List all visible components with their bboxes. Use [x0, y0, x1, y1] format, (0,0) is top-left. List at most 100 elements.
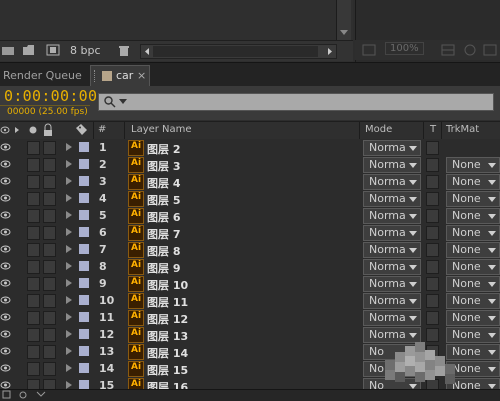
- tab-grip-icon[interactable]: [94, 70, 98, 82]
- label-tag-icon[interactable]: [74, 122, 90, 139]
- blend-mode-dropdown[interactable]: Norma: [363, 140, 421, 156]
- eye-visibility-icon[interactable]: [0, 261, 11, 271]
- track-matte-dropdown[interactable]: None: [446, 191, 500, 207]
- layer-name[interactable]: 图层 11: [147, 294, 188, 310]
- blend-mode-dropdown[interactable]: Norma: [363, 174, 421, 190]
- bit-depth-button[interactable]: 8 bpc: [70, 44, 101, 57]
- layer-row[interactable]: 2 Ai 图层 3 Norma None: [0, 156, 500, 174]
- switch-box[interactable]: [43, 260, 56, 274]
- eye-visibility-icon[interactable]: [0, 159, 11, 169]
- scrollbar-thumb[interactable]: [153, 46, 318, 57]
- current-time-display[interactable]: 0:00:00:00: [4, 87, 97, 105]
- layer-name[interactable]: 图层 9: [147, 260, 180, 276]
- interpret-footage-icon[interactable]: [2, 44, 16, 56]
- preserve-transparency-checkbox[interactable]: [426, 226, 439, 240]
- layer-name[interactable]: 图层 16: [147, 379, 188, 389]
- layer-row[interactable]: 1 Ai 图层 2 Norma: [0, 139, 500, 157]
- layer-name[interactable]: 图层 4: [147, 175, 180, 191]
- expand-twirl-icon[interactable]: [66, 279, 72, 287]
- layer-name[interactable]: 图层 10: [147, 277, 188, 293]
- switch-box[interactable]: [43, 226, 56, 240]
- switch-box[interactable]: [27, 209, 40, 223]
- label-color-swatch[interactable]: [79, 329, 89, 339]
- preserve-transparency-checkbox[interactable]: [426, 209, 439, 223]
- switch-box[interactable]: [27, 141, 40, 155]
- switch-box[interactable]: [27, 277, 40, 291]
- track-matte-dropdown[interactable]: None: [446, 208, 500, 224]
- switch-box[interactable]: [27, 192, 40, 206]
- new-folder-icon[interactable]: [22, 44, 36, 56]
- layer-name[interactable]: 图层 7: [147, 226, 180, 242]
- track-matte-dropdown[interactable]: None: [446, 310, 500, 326]
- region-of-interest-icon[interactable]: [482, 43, 498, 57]
- layer-row[interactable]: 9 Ai 图层 10 Norma None: [0, 275, 500, 293]
- eye-visibility-icon[interactable]: [0, 210, 11, 220]
- blend-mode-dropdown[interactable]: Norma: [363, 208, 421, 224]
- switch-box[interactable]: [27, 328, 40, 342]
- eye-visibility-icon[interactable]: [0, 363, 11, 373]
- expand-twirl-icon[interactable]: [66, 177, 72, 185]
- always-preview-icon[interactable]: [361, 43, 377, 57]
- layer-row[interactable]: 5 Ai 图层 6 Norma None: [0, 207, 500, 225]
- preserve-transparency-checkbox[interactable]: [426, 328, 439, 342]
- eye-visibility-icon[interactable]: [0, 244, 11, 254]
- label-color-swatch[interactable]: [79, 227, 89, 237]
- layer-name[interactable]: 图层 8: [147, 243, 180, 259]
- eye-visibility-icon[interactable]: [0, 329, 11, 339]
- eye-visibility-icon[interactable]: [0, 193, 11, 203]
- expand-twirl-icon[interactable]: [66, 211, 72, 219]
- tab-render-queue[interactable]: Render Queue: [0, 66, 91, 85]
- preserve-transparency-checkbox[interactable]: [426, 175, 439, 189]
- switch-box[interactable]: [27, 175, 40, 189]
- switch-box[interactable]: [43, 243, 56, 257]
- track-matte-dropdown[interactable]: None: [446, 174, 500, 190]
- expand-twirl-icon[interactable]: [66, 245, 72, 253]
- layer-row[interactable]: 8 Ai 图层 9 Norma None: [0, 258, 500, 276]
- switch-box[interactable]: [27, 243, 40, 257]
- switch-box[interactable]: [43, 141, 56, 155]
- layer-name[interactable]: 图层 13: [147, 328, 188, 344]
- preserve-transparency-checkbox[interactable]: [426, 277, 439, 291]
- switch-box[interactable]: [27, 294, 40, 308]
- preserve-transparency-checkbox[interactable]: [426, 192, 439, 206]
- label-color-swatch[interactable]: [79, 244, 89, 254]
- search-dropdown-arrow-icon[interactable]: [119, 99, 127, 105]
- scroll-left-arrow-icon[interactable]: [142, 45, 152, 58]
- expand-twirl-icon[interactable]: [66, 347, 72, 355]
- switch-box[interactable]: [43, 209, 56, 223]
- blend-mode-dropdown[interactable]: Norma: [363, 276, 421, 292]
- switch-box[interactable]: [27, 260, 40, 274]
- blend-mode-dropdown[interactable]: Norma: [363, 310, 421, 326]
- label-color-swatch[interactable]: [79, 346, 89, 356]
- layer-row[interactable]: 6 Ai 图层 7 Norma None: [0, 224, 500, 242]
- transfer-controls-toggle-icon[interactable]: [18, 390, 28, 400]
- label-color-swatch[interactable]: [79, 312, 89, 322]
- track-matte-dropdown[interactable]: None: [446, 157, 500, 173]
- layer-name[interactable]: 图层 3: [147, 158, 180, 174]
- layer-name[interactable]: 图层 5: [147, 192, 180, 208]
- label-color-swatch[interactable]: [79, 261, 89, 271]
- preserve-transparency-checkbox[interactable]: [426, 158, 439, 172]
- label-color-swatch[interactable]: [79, 380, 89, 389]
- expand-twirl-icon[interactable]: [66, 364, 72, 372]
- search-icon[interactable]: [103, 95, 117, 109]
- label-color-swatch[interactable]: [79, 176, 89, 186]
- preserve-transparency-checkbox[interactable]: [426, 243, 439, 257]
- switch-box[interactable]: [43, 328, 56, 342]
- label-color-swatch[interactable]: [79, 363, 89, 373]
- layer-name[interactable]: 图层 12: [147, 311, 188, 327]
- expand-twirl-icon[interactable]: [66, 143, 72, 151]
- layer-row[interactable]: 4 Ai 图层 5 Norma None: [0, 190, 500, 208]
- layer-switches-toggle-icon[interactable]: [2, 390, 12, 400]
- track-matte-dropdown[interactable]: None: [446, 259, 500, 275]
- track-matte-dropdown[interactable]: None: [446, 276, 500, 292]
- trash-icon[interactable]: [117, 44, 131, 56]
- blend-mode-dropdown[interactable]: Norma: [363, 259, 421, 275]
- label-color-swatch[interactable]: [79, 210, 89, 220]
- switch-box[interactable]: [27, 226, 40, 240]
- switch-box[interactable]: [43, 158, 56, 172]
- expand-twirl-icon[interactable]: [66, 330, 72, 338]
- layer-name[interactable]: 图层 14: [147, 345, 188, 361]
- vertical-scrollbar[interactable]: [336, 0, 351, 40]
- layer-row[interactable]: 10 Ai 图层 11 Norma None: [0, 292, 500, 310]
